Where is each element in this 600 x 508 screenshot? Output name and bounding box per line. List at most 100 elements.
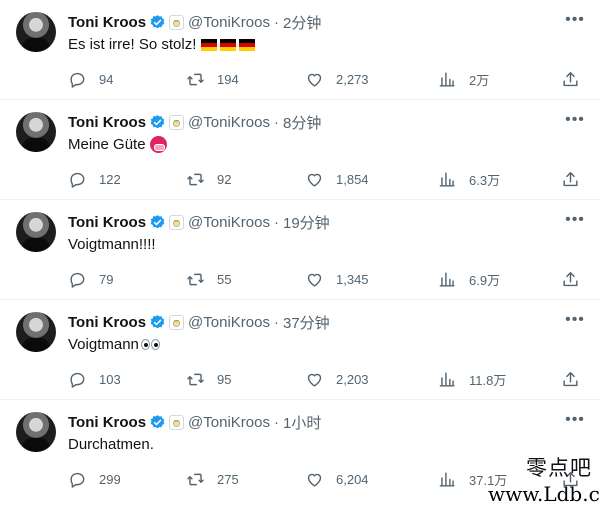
retweet-button[interactable]: 92 (186, 168, 231, 190)
timestamp[interactable]: 37分钟 (283, 312, 330, 333)
author-name[interactable]: Toni Kroos (68, 414, 146, 431)
tweet-header: Toni Kroos @ToniKroos · 19分钟 (68, 212, 330, 232)
like-count: 2,203 (336, 371, 369, 387)
reply-count: 94 (99, 71, 114, 87)
view-count: 6.3万 (469, 172, 501, 188)
heart-icon (307, 273, 322, 287)
author-name[interactable]: Toni Kroos (68, 314, 146, 331)
tweet-text: Voigtmann (68, 336, 160, 353)
author-name[interactable]: Toni Kroos (68, 14, 146, 31)
heart-icon (307, 73, 322, 87)
heart-icon (307, 473, 322, 487)
retweet-button[interactable]: 194 (186, 68, 239, 90)
author-handle[interactable]: @ToniKroos (188, 414, 270, 431)
share-upload-icon (563, 171, 578, 186)
tweet-header: Toni Kroos @ToniKroos · 8分钟 (68, 112, 321, 132)
retweet-arrows-icon (187, 173, 204, 185)
retweet-button[interactable]: 55 (186, 268, 231, 290)
tweet[interactable]: Toni Kroos @ToniKroos · 19分钟 ••• Voigtma… (0, 200, 600, 300)
like-count: 1,854 (336, 171, 369, 187)
timestamp[interactable]: 8分钟 (283, 112, 321, 133)
timestamp[interactable]: 19分钟 (283, 212, 330, 233)
separator-dot: · (273, 113, 279, 131)
share-button[interactable] (561, 168, 580, 190)
reply-count: 79 (99, 271, 114, 287)
speech-bubble-icon (70, 172, 85, 188)
tweet[interactable]: Toni Kroos @ToniKroos · 2分钟 ••• Es ist i… (0, 0, 600, 100)
like-button[interactable]: 6,204 (305, 468, 369, 490)
author-handle[interactable]: @ToniKroos (188, 114, 270, 131)
speech-bubble-icon (70, 472, 85, 488)
tweet-text-content: Meine Güte (68, 136, 146, 153)
reply-button[interactable]: 122 (68, 168, 121, 190)
action-bar: 79 55 1,345 6.9万 (68, 268, 583, 290)
tweet[interactable]: Toni Kroos @ToniKroos · 37分钟 ••• Voigtma… (0, 300, 600, 400)
like-button[interactable]: 2,273 (305, 68, 369, 90)
separator-dot: · (273, 13, 279, 31)
avatar[interactable] (16, 212, 56, 252)
views-button[interactable]: 2万 (438, 68, 489, 90)
share-button[interactable] (561, 368, 580, 390)
speech-bubble-icon (70, 372, 85, 388)
views-button[interactable]: 11.8万 (438, 368, 506, 390)
verified-badge-icon[interactable] (149, 114, 166, 131)
bar-chart-icon (439, 471, 455, 487)
avatar[interactable] (16, 12, 56, 52)
reply-button[interactable]: 79 (68, 268, 113, 290)
author-name[interactable]: Toni Kroos (68, 114, 146, 131)
tweet-text-content: Durchatmen. (68, 436, 154, 453)
share-upload-icon (563, 71, 578, 86)
avatar[interactable] (16, 412, 56, 452)
like-button[interactable]: 1,345 (305, 268, 369, 290)
verified-badge-icon[interactable] (149, 14, 166, 31)
retweet-arrows-icon (187, 73, 204, 85)
avatar[interactable] (16, 112, 56, 152)
share-button[interactable] (561, 68, 580, 90)
real-madrid-crest-icon (169, 414, 185, 430)
like-button[interactable]: 1,854 (305, 168, 369, 190)
view-count: 6.9万 (469, 272, 501, 288)
like-count: 2,273 (336, 71, 369, 87)
ellipsis-icon[interactable]: ••• (564, 112, 586, 130)
view-count: 11.8万 (469, 372, 507, 388)
bar-chart-icon (439, 71, 455, 87)
tweet-text: Voigtmann!!!! (68, 236, 156, 253)
tweet-header: Toni Kroos @ToniKroos · 37分钟 (68, 312, 330, 332)
real-madrid-crest-icon (169, 14, 185, 30)
watermark: 零点吧 www.Ldb.cc (488, 452, 600, 506)
views-button[interactable]: 6.3万 (438, 168, 500, 190)
separator-dot: · (273, 213, 279, 231)
author-handle[interactable]: @ToniKroos (188, 14, 270, 31)
share-button[interactable] (561, 268, 580, 290)
avatar[interactable] (16, 312, 56, 352)
author-handle[interactable]: @ToniKroos (188, 214, 270, 231)
retweet-count: 55 (217, 271, 232, 287)
author-name[interactable]: Toni Kroos (68, 214, 146, 231)
tweet-text: Es ist irre! So stolz! (68, 36, 256, 53)
ellipsis-icon[interactable]: ••• (564, 12, 586, 30)
timestamp[interactable]: 1小时 (283, 412, 321, 433)
verified-badge-icon[interactable] (149, 414, 166, 431)
separator-dot: · (273, 413, 279, 431)
ellipsis-icon[interactable]: ••• (564, 312, 586, 330)
timestamp[interactable]: 2分钟 (283, 12, 321, 33)
like-button[interactable]: 2,203 (305, 368, 369, 390)
ellipsis-icon[interactable]: ••• (564, 212, 586, 230)
retweet-button[interactable]: 95 (186, 368, 231, 390)
author-handle[interactable]: @ToniKroos (188, 314, 270, 331)
retweet-button[interactable]: 275 (186, 468, 239, 490)
views-button[interactable]: 6.9万 (438, 268, 500, 290)
like-count: 1,345 (336, 271, 369, 287)
verified-badge-icon[interactable] (149, 214, 166, 231)
tweet-text-content: Es ist irre! So stolz! (68, 36, 197, 53)
tweet-text: Durchatmen. (68, 436, 154, 453)
reply-button[interactable]: 103 (68, 368, 121, 390)
reply-button[interactable]: 94 (68, 68, 113, 90)
ellipsis-icon[interactable]: ••• (564, 412, 586, 430)
reply-button[interactable]: 299 (68, 468, 121, 490)
verified-badge-icon[interactable] (149, 314, 166, 331)
tweet[interactable]: Toni Kroos @ToniKroos · 8分钟 ••• Meine Gü… (0, 100, 600, 200)
speech-bubble-icon (70, 72, 85, 88)
speech-bubble-icon (70, 272, 85, 288)
view-count: 2万 (469, 72, 490, 88)
